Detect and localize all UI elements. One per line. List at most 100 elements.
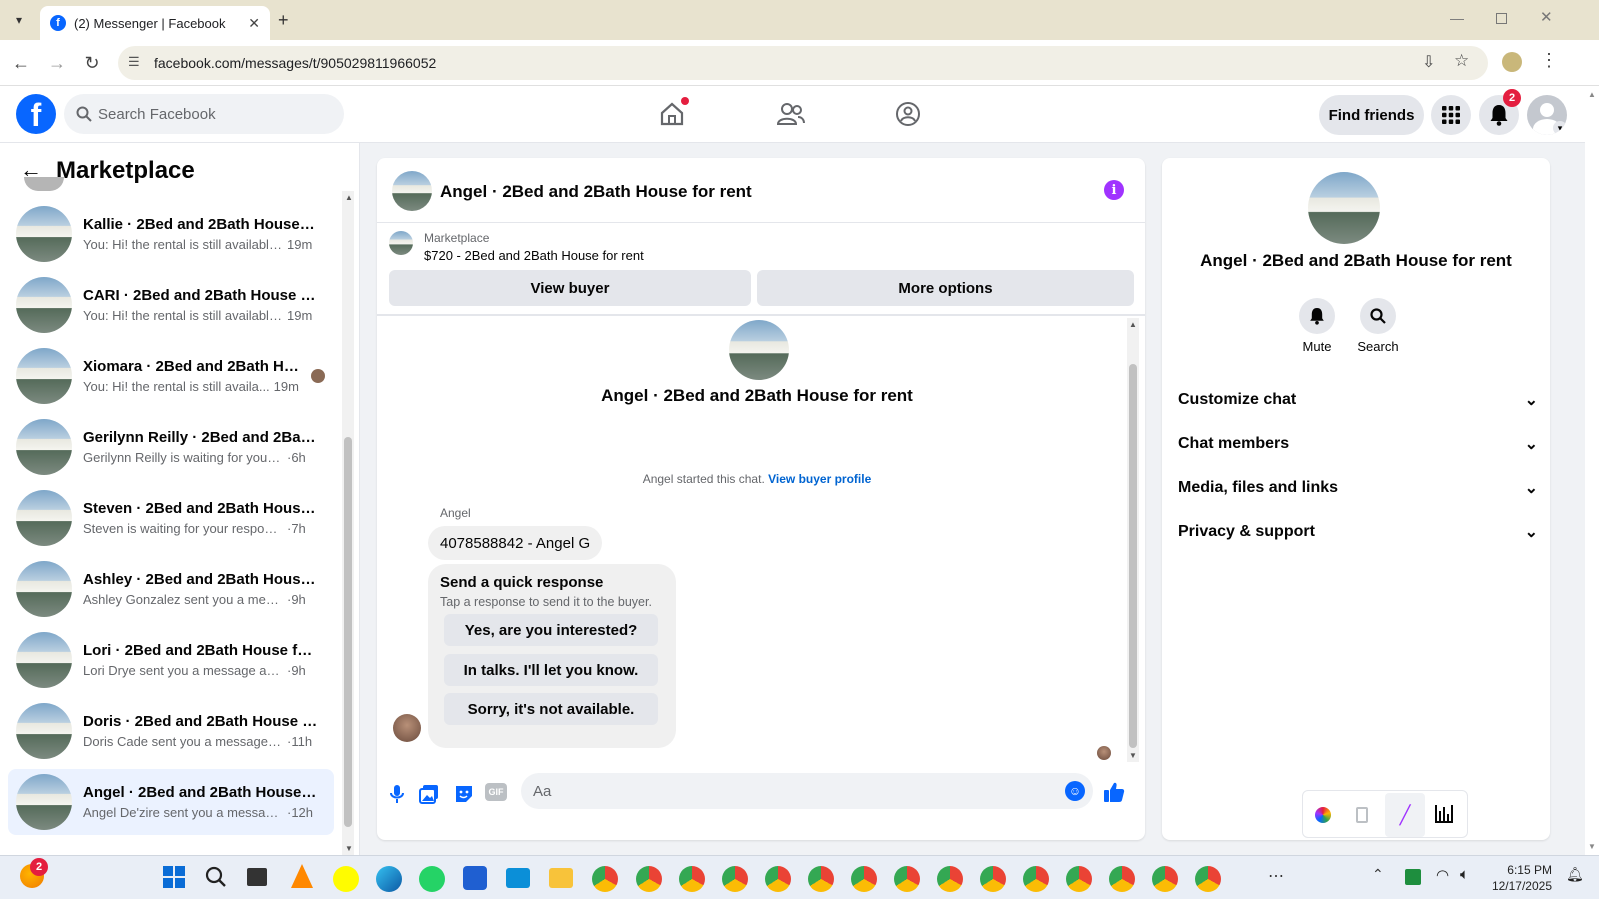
view-buyer-button[interactable]: View buyer: [389, 270, 751, 306]
more-options-button[interactable]: More options: [757, 270, 1134, 306]
restore-icon[interactable]: [1496, 13, 1507, 24]
photo-attach-icon[interactable]: [417, 782, 441, 806]
privacy-support-section[interactable]: Privacy & support ⌄: [1178, 512, 1538, 552]
scroll-down-arrow[interactable]: ▼: [1588, 842, 1596, 851]
chrome-profile-icon[interactable]: [1195, 866, 1221, 892]
site-settings-icon[interactable]: ☰: [128, 54, 140, 70]
notification-center-icon[interactable]: 🔔︎: [1566, 866, 1584, 883]
conversation-item[interactable]: Xiomara · 2Bed and 2Bath Ho... You: Hi! t…: [8, 343, 334, 409]
reload-icon[interactable]: ↻: [81, 52, 103, 74]
snapchat-icon[interactable]: [333, 866, 359, 892]
edge-icon[interactable]: [376, 866, 402, 892]
customize-chat-section[interactable]: Customize chat ⌄: [1178, 380, 1538, 420]
conversation-item[interactable]: Steven · 2Bed and 2Bath House ... Steven …: [8, 485, 334, 551]
home-icon[interactable]: [654, 96, 690, 132]
chart-extension-icon[interactable]: [1435, 805, 1453, 823]
forward-icon[interactable]: →: [46, 52, 68, 74]
conversation-item[interactable]: Lori · 2Bed and 2Bath House for... Lori D…: [8, 627, 334, 693]
page-scrollbar[interactable]: ▲ ▼: [1585, 86, 1599, 855]
chat-title[interactable]: Angel · 2Bed and 2Bath House for rent: [440, 182, 752, 202]
notifications-bell-icon[interactable]: 2: [1479, 89, 1521, 135]
chrome-profile-icon[interactable]: [851, 866, 877, 892]
scroll-down-arrow[interactable]: ▼: [345, 844, 353, 853]
scroll-up-arrow[interactable]: ▲: [345, 193, 353, 202]
chrome-profile-icon[interactable]: [1066, 866, 1092, 892]
info-icon[interactable]: i: [1104, 180, 1124, 200]
conversation-item[interactable]: Gerilynn Reilly · 2Bed and 2Bath... Geril…: [8, 414, 334, 480]
message-bubble[interactable]: 4078588842 - Angel G: [428, 526, 603, 560]
chrome-profile-icon[interactable]: [937, 866, 963, 892]
scroll-up-arrow[interactable]: ▲: [1129, 320, 1137, 329]
sheets-tray-icon[interactable]: [1405, 869, 1421, 885]
emoji-icon[interactable]: ☺: [1065, 781, 1085, 801]
chrome-profile-icon[interactable]: [765, 866, 791, 892]
address-bar[interactable]: ☰ facebook.com/messages/t/90502981196605…: [118, 46, 1488, 80]
bookmark-star-icon[interactable]: ☆: [1454, 51, 1469, 71]
sticker-icon[interactable]: [452, 782, 476, 806]
whatsapp-icon[interactable]: [419, 866, 445, 892]
clock[interactable]: 6:15 PM 12/17/2025: [1490, 862, 1552, 894]
volume-icon[interactable]: 🔈︎: [1460, 866, 1469, 883]
microphone-icon[interactable]: [385, 782, 409, 806]
quick-response-option[interactable]: In talks. I'll let you know.: [444, 654, 658, 686]
chrome-profile-icon[interactable]: [636, 866, 662, 892]
close-window-icon[interactable]: ✕: [1540, 8, 1553, 26]
facebook-logo-icon[interactable]: f: [16, 94, 56, 134]
mute-button[interactable]: Mute: [1287, 298, 1347, 354]
task-view-icon[interactable]: [247, 868, 267, 886]
search-input[interactable]: Search Facebook: [64, 94, 344, 134]
browser-menu-icon[interactable]: ⋮: [1540, 50, 1558, 71]
pen-extension-icon[interactable]: ╱: [1385, 793, 1425, 837]
conversation-item[interactable]: Kallie · 2Bed and 2Bath House f... You: H…: [8, 201, 334, 267]
listing-title[interactable]: $720 - 2Bed and 2Bath House for rent: [424, 248, 644, 263]
messages-scrollbar[interactable]: ▲ ▼: [1127, 318, 1139, 762]
tray-chevron-icon[interactable]: ⌃: [1372, 866, 1384, 883]
find-friends-button[interactable]: Find friends: [1319, 95, 1424, 135]
chrome-profile-icon[interactable]: [808, 866, 834, 892]
profile-avatar-icon[interactable]: [1502, 52, 1522, 72]
monitor-icon[interactable]: [506, 868, 530, 888]
groups-icon[interactable]: [890, 96, 926, 132]
message-input[interactable]: Aa ☺: [521, 773, 1093, 809]
taskbar-search-icon[interactable]: [205, 866, 227, 888]
chrome-profile-icon[interactable]: [679, 866, 705, 892]
vlc-icon[interactable]: [291, 864, 313, 888]
install-app-icon[interactable]: ⇩: [1422, 52, 1435, 72]
clipboard-extension-icon[interactable]: [1356, 807, 1368, 823]
gif-icon[interactable]: GIF: [485, 783, 507, 801]
start-windows-icon[interactable]: [163, 866, 185, 888]
file-explorer-icon[interactable]: [549, 868, 573, 888]
scrollbar-thumb[interactable]: [1129, 364, 1137, 748]
tab-list-dropdown-icon[interactable]: ▾: [8, 10, 30, 30]
chat-avatar[interactable]: [392, 171, 432, 211]
chrome-profile-icon[interactable]: [894, 866, 920, 892]
quick-response-option[interactable]: Sorry, it's not available.: [444, 693, 658, 725]
thumbs-up-icon[interactable]: [1101, 780, 1127, 804]
color-extension-icon[interactable]: [1315, 807, 1331, 823]
more-apps-icon[interactable]: ⋯: [1268, 866, 1284, 886]
media-files-links-section[interactable]: Media, files and links ⌄: [1178, 468, 1538, 508]
scrollbar-thumb[interactable]: [344, 437, 352, 827]
wifi-icon[interactable]: ◠: [1436, 866, 1449, 884]
search-button[interactable]: Search: [1348, 298, 1408, 354]
browser-tab[interactable]: f (2) Messenger | Facebook ✕: [40, 6, 270, 40]
chrome-icon[interactable]: [592, 866, 618, 892]
chrome-profile-icon[interactable]: [980, 866, 1006, 892]
quick-response-option[interactable]: Yes, are you interested?: [444, 614, 658, 646]
chrome-profile-icon[interactable]: [722, 866, 748, 892]
chrome-profile-icon[interactable]: [1023, 866, 1049, 892]
minimize-icon[interactable]: —: [1450, 10, 1464, 26]
conversation-item[interactable]: CARI · 2Bed and 2Bath House fo... You: Hi…: [8, 272, 334, 338]
new-tab-icon[interactable]: +: [278, 10, 289, 31]
chrome-profile-icon[interactable]: [1152, 866, 1178, 892]
conversation-item[interactable]: Doris · 2Bed and 2Bath House f... Doris C…: [8, 698, 334, 764]
scroll-up-arrow[interactable]: ▲: [1588, 90, 1596, 99]
view-buyer-profile-link[interactable]: View buyer profile: [768, 472, 871, 486]
scroll-down-arrow[interactable]: ▼: [1129, 751, 1137, 760]
profile-avatar[interactable]: [1308, 172, 1380, 244]
account-avatar[interactable]: ▾: [1527, 95, 1567, 135]
back-icon[interactable]: ←: [10, 52, 32, 74]
close-tab-icon[interactable]: ✕: [248, 15, 260, 32]
conversation-item[interactable]: Ashley · 2Bed and 2Bath House ... Ashley …: [8, 556, 334, 622]
conversation-item-active[interactable]: Angel · 2Bed and 2Bath House f... Angel D…: [8, 769, 334, 835]
